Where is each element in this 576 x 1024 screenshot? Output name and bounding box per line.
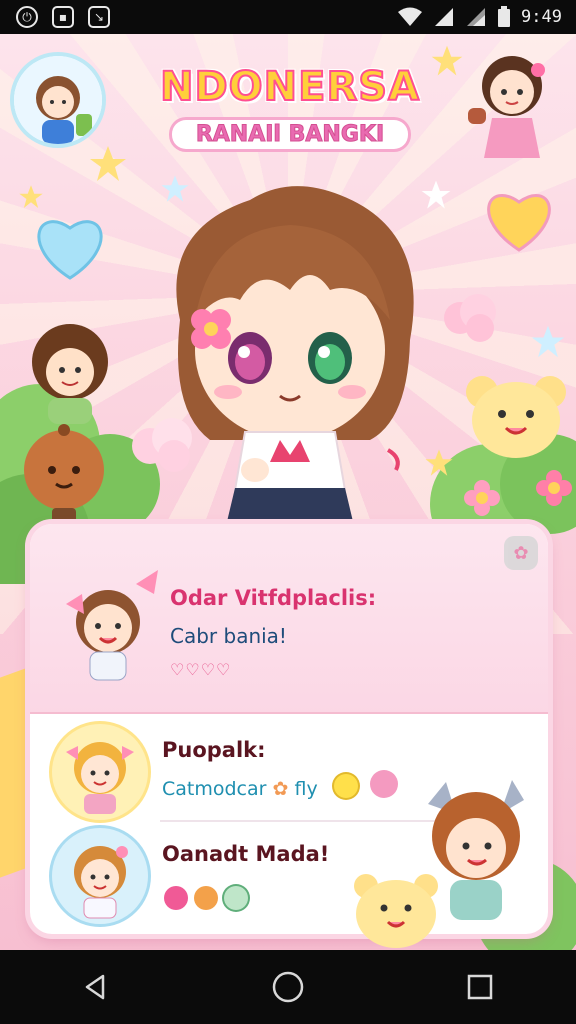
orange-blob-icon (194, 886, 218, 910)
cotton-candy-cloud (444, 294, 496, 342)
image-icon: ▪ (52, 6, 74, 28)
featured-avatar (66, 570, 158, 681)
app-subtitle: RANAIl BANGKI (172, 120, 408, 149)
signal-icon (435, 8, 454, 26)
star-icon (19, 185, 43, 209)
list-item-subtitle: Catmodcar ✿ fly (162, 778, 318, 800)
flower-icon (464, 480, 500, 516)
back-icon (85, 974, 105, 1000)
navigation-bar (0, 950, 576, 1024)
main-chibi-character[interactable] (140, 170, 440, 550)
hair-flower-icon (191, 309, 231, 349)
pink-blob-icon (164, 886, 188, 910)
profile-avatar[interactable] (14, 56, 102, 144)
flower-icon: ✿ (272, 778, 289, 800)
star-icon (90, 146, 126, 181)
featured-title: Odar Vitfdplaclis: (170, 586, 377, 610)
chibi-yellow-bear (466, 376, 566, 458)
chibi-kid-curly-hair (32, 324, 108, 424)
status-bar: ⏻ ▪ ↘ 9:49 (0, 0, 576, 34)
home-icon (272, 971, 304, 1003)
list-item-title: Oanadt Mada! (162, 842, 330, 866)
avatar-girl-icon (14, 56, 102, 144)
featured-subtitle: Cabr bania! (170, 624, 287, 648)
hearts-rating: ♡♡♡♡ (170, 660, 232, 679)
app-title: NDONERSA (159, 63, 421, 111)
chibi-gingerbread (24, 424, 104, 528)
chibi-yellow-chick (354, 874, 438, 948)
alarm-icon: ⏻ (16, 6, 38, 28)
flower-badge-icon[interactable]: ✿ (504, 536, 538, 570)
list-avatar (52, 724, 148, 820)
back-button[interactable] (66, 957, 126, 1017)
avatar-blonde-girl-icon (66, 742, 134, 814)
heart-yellow-icon (487, 194, 551, 252)
green-jar-icon (224, 886, 248, 910)
smiley-icon (334, 774, 358, 798)
star-icon (431, 45, 463, 76)
signal-icon (467, 8, 486, 26)
game-scene: NDONERSA RANAIl BANGKI ✿ Odar Vitfdplacl… (0, 34, 576, 950)
recents-icon (467, 974, 493, 1000)
wifi-icon (398, 7, 423, 26)
clock: 9:49 (521, 7, 562, 27)
heart-bubble-icon (370, 770, 398, 798)
star-icon (531, 325, 565, 358)
featured-card[interactable]: ✿ Odar Vitfdplaclis: Cabr bania! ♡♡♡♡ (30, 524, 548, 714)
chibi-girl-pink-dress (468, 56, 545, 158)
battery-icon (498, 6, 511, 27)
flower-icon (536, 470, 572, 506)
list-avatar (52, 828, 148, 924)
heart-blue-icon (37, 220, 103, 280)
avatar-ginger-girl-icon (74, 846, 128, 919)
list-item-title: Puopalk: (162, 738, 266, 762)
download-icon: ↘ (88, 6, 110, 28)
home-button[interactable] (258, 957, 318, 1017)
recents-button[interactable] (450, 957, 510, 1017)
